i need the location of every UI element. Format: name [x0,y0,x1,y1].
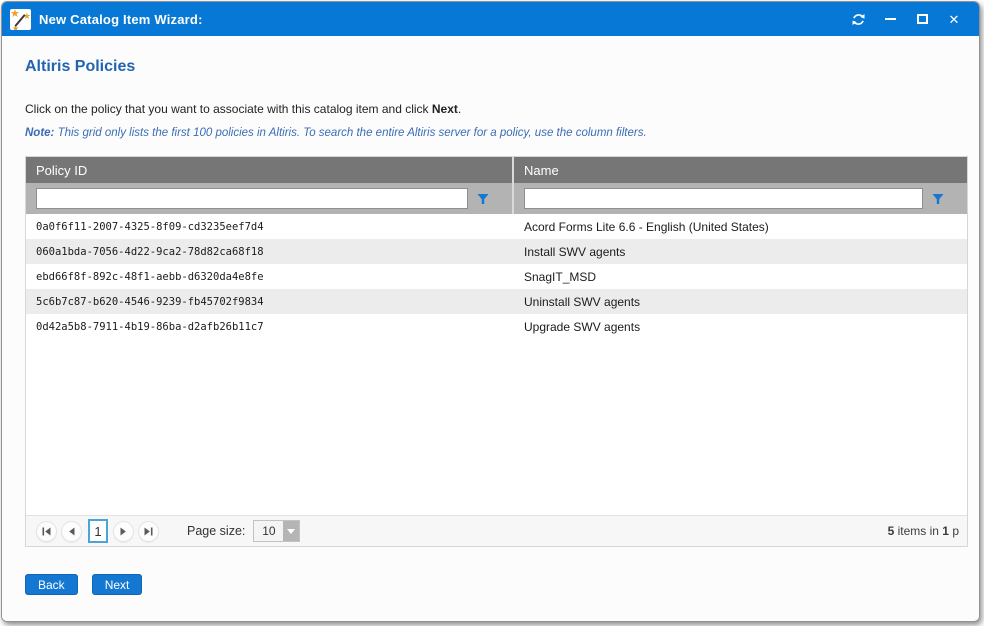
instruction-next-emphasis: Next [432,102,458,116]
policy-row[interactable]: ebd66f8f-892c-48f1-aebb-d6320da4e8fe Sna… [26,264,967,289]
name-filter-button[interactable] [923,187,953,211]
column-header-policy-id[interactable]: Policy ID [26,157,512,183]
close-button[interactable]: ✕ [939,7,969,31]
last-page-button[interactable] [138,521,159,542]
policy-id-cell: 060a1bda-7056-4d22-9ca2-78d82ca68f18 [26,246,512,258]
grid-header: Policy ID Name [26,157,967,183]
page-title: Altiris Policies [25,58,968,76]
wizard-app-icon: ★ ★ ★ [10,9,31,30]
maximize-button[interactable] [907,7,937,31]
current-page-indicator: 1 [88,519,108,543]
previous-page-button[interactable] [61,521,82,542]
funnel-icon [932,193,944,205]
first-page-button[interactable] [36,521,57,542]
page-size-value: 10 [254,521,283,541]
window-title: New Catalog Item Wizard: [39,12,203,27]
policy-row[interactable]: 060a1bda-7056-4d22-9ca2-78d82ca68f18 Ins… [26,239,967,264]
column-header-name[interactable]: Name [512,157,967,183]
wizard-window: ★ ★ ★ New Catalog Item Wizard: ✕ Altiris… [1,1,980,622]
page-size-label: Page size: [187,524,245,538]
policy-name-cell: Install SWV agents [512,245,967,259]
policy-id-cell: 5c6b7c87-b620-4546-9239-fb45702f9834 [26,296,512,308]
next-button[interactable]: Next [92,574,143,595]
first-page-icon [42,527,51,536]
policy-name-cell: Upgrade SWV agents [512,320,967,334]
items-count-text: 5 items in 1 p [888,524,959,538]
policy-id-cell: 0d42a5b8-7911-4b19-86ba-d2afb26b11c7 [26,321,512,333]
maximize-icon [917,14,928,24]
policy-id-cell: 0a0f6f11-2007-4325-8f09-cd3235eef7d4 [26,221,512,233]
previous-page-icon [68,527,75,536]
funnel-icon [477,193,489,205]
page-size-dropdown-arrow[interactable] [283,521,299,541]
instruction-text: Click on the policy that you want to ass… [25,102,968,116]
policy-name-cell: Uninstall SWV agents [512,295,967,309]
policy-id-filter-button[interactable] [468,187,498,211]
policy-name-cell: SnagIT_MSD [512,270,967,284]
minimize-button[interactable] [875,7,905,31]
policy-row[interactable]: 0d42a5b8-7911-4b19-86ba-d2afb26b11c7 Upg… [26,314,967,339]
refresh-button[interactable] [843,7,873,31]
policies-grid: Policy ID Name [25,156,968,547]
policy-id-filter-input[interactable] [36,188,468,209]
refresh-icon [851,12,866,27]
wizard-content: Altiris Policies Click on the policy tha… [2,36,979,621]
last-page-icon [144,527,153,536]
policy-row[interactable]: 0a0f6f11-2007-4325-8f09-cd3235eef7d4 Aco… [26,214,967,239]
name-filter-input[interactable] [524,188,923,209]
title-bar: ★ ★ ★ New Catalog Item Wizard: ✕ [2,2,979,36]
chevron-down-icon [287,529,295,534]
close-icon: ✕ [949,13,960,26]
back-button[interactable]: Back [25,574,78,595]
grid-rows: 0a0f6f11-2007-4325-8f09-cd3235eef7d4 Aco… [26,214,967,515]
next-page-button[interactable] [113,521,134,542]
note-text: Note: This grid only lists the first 100… [25,127,968,139]
grid-pager: 1 Page size: 10 [26,515,967,546]
note-label: Note: [25,127,54,139]
next-page-icon [120,527,127,536]
policy-row[interactable]: 5c6b7c87-b620-4546-9239-fb45702f9834 Uni… [26,289,967,314]
policy-id-cell: ebd66f8f-892c-48f1-aebb-d6320da4e8fe [26,271,512,283]
policy-name-cell: Acord Forms Lite 6.6 - English (United S… [512,220,967,234]
page-size-dropdown[interactable]: 10 [253,520,300,542]
wizard-footer: Back Next [25,574,968,595]
minimize-icon [885,18,896,20]
grid-filter-row [26,183,967,214]
